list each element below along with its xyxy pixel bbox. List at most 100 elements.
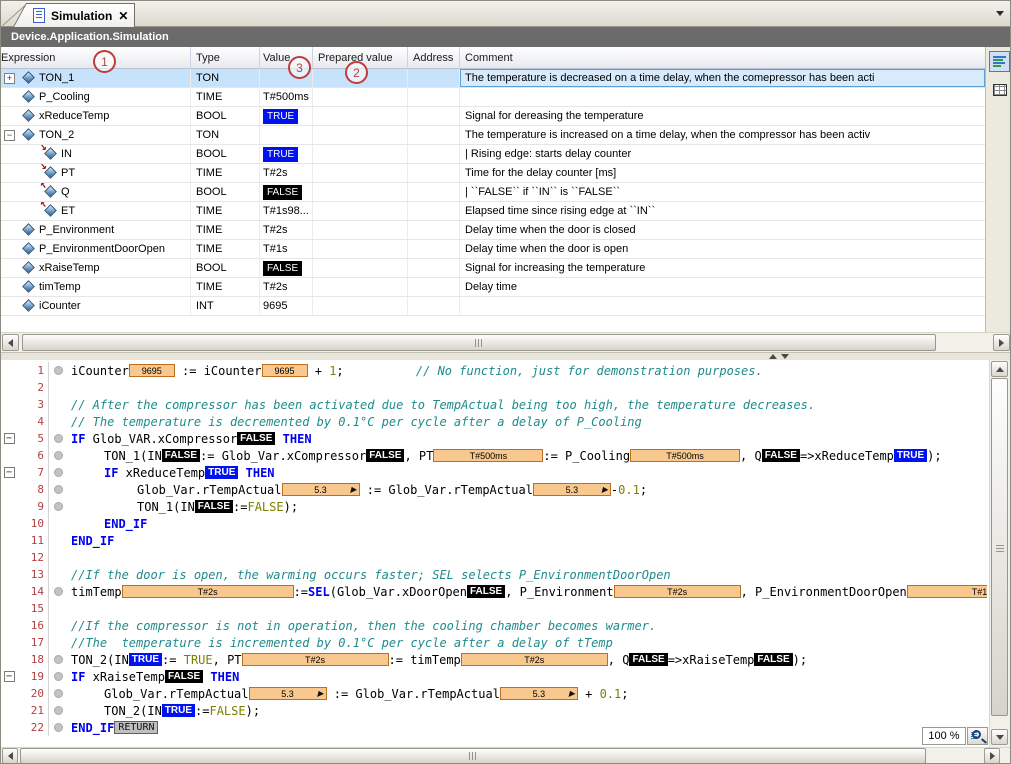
st-code-editor[interactable]: 1iCounter9695 := iCounter9695 + 1; // No… (1, 360, 1011, 747)
inline-bool-box[interactable]: FALSE (467, 585, 505, 598)
table-row[interactable]: +TON_1TONThe temperature is decreased on… (1, 69, 985, 88)
prepared-value-cell[interactable] (313, 240, 408, 258)
value-cell[interactable]: TRUE (260, 145, 313, 163)
value-cell[interactable]: T#500ms (260, 88, 313, 106)
tab-simulation[interactable]: Simulation ✕ (13, 3, 135, 27)
prepared-value-cell[interactable] (313, 164, 408, 182)
zoom-level[interactable]: 100 % (922, 727, 966, 745)
table-row[interactable]: timTempTIMET#2sDelay time (1, 278, 985, 297)
table-row[interactable]: iCounterINT9695 (1, 297, 985, 316)
table-row[interactable]: ↖ETTIMET#1s98...Elapsed time since risin… (1, 202, 985, 221)
fold-margin[interactable]: − (1, 433, 17, 444)
breakpoint-margin[interactable] (49, 689, 67, 698)
inline-value-box[interactable]: 9695 (262, 364, 308, 377)
inline-value-box[interactable]: 9695 (129, 364, 175, 377)
expand-plus-icon[interactable]: + (4, 73, 15, 84)
value-cell[interactable]: T#1s98... (260, 202, 313, 220)
prepared-value-cell[interactable] (313, 126, 408, 144)
inline-value-box[interactable]: T#500ms (630, 449, 740, 462)
inline-bool-box[interactable]: FALSE (165, 670, 203, 683)
column-header-type[interactable]: Type (191, 47, 260, 68)
editor-hscrollbar[interactable] (1, 747, 1011, 764)
scroll-thumb[interactable] (991, 378, 1008, 716)
table-row[interactable]: ↖QBOOLFALSE| ``FALSE`` if ``IN`` is ``FA… (1, 183, 985, 202)
value-cell[interactable] (260, 126, 313, 144)
value-cell[interactable]: 9695 (260, 297, 313, 315)
tab-list-dropdown-icon[interactable] (996, 11, 1004, 16)
fold-collapse-icon[interactable]: − (4, 433, 15, 444)
breakpoint-margin[interactable] (49, 723, 67, 732)
value-cell[interactable]: T#2s (260, 278, 313, 296)
pane-splitter[interactable] (1, 352, 1011, 360)
table-row[interactable]: P_CoolingTIMET#500ms (1, 88, 985, 107)
breakpoint-margin[interactable] (49, 485, 67, 494)
value-cell[interactable]: T#2s (260, 221, 313, 239)
prepared-value-cell[interactable] (313, 88, 408, 106)
scroll-left-button[interactable] (2, 334, 19, 351)
inline-bool-box[interactable]: FALSE (629, 653, 667, 666)
inline-bool-box[interactable]: FALSE (754, 653, 792, 666)
value-cell[interactable]: T#2s (260, 164, 313, 182)
inline-bool-box[interactable]: FALSE (195, 500, 233, 513)
inline-bool-box[interactable]: TRUE (162, 704, 195, 717)
tab-close-icon[interactable]: ✕ (118, 11, 128, 21)
breakpoint-margin[interactable] (49, 451, 67, 460)
table-row[interactable]: P_EnvironmentTIMET#2sDelay time when the… (1, 221, 985, 240)
inline-value-box[interactable]: 5.3▶ (249, 687, 327, 700)
inline-value-box[interactable]: 5.3▶ (533, 483, 611, 496)
inline-value-box[interactable]: T#500ms (433, 449, 543, 462)
fold-margin[interactable]: − (1, 467, 17, 478)
table-row[interactable]: ↘PTTIMET#2sTime for the delay counter [m… (1, 164, 985, 183)
scroll-down-button[interactable] (991, 729, 1008, 745)
inline-value-box[interactable]: T#2s (461, 653, 608, 666)
scroll-up-button[interactable] (991, 361, 1008, 377)
inline-value-box[interactable]: T#2s (614, 585, 741, 598)
column-header-comment[interactable]: Comment (460, 47, 985, 68)
table-row[interactable]: P_EnvironmentDoorOpenTIMET#1sDelay time … (1, 240, 985, 259)
breakpoint-margin[interactable] (49, 587, 67, 596)
table-row[interactable]: xReduceTempBOOLTRUESignal for dereasing … (1, 107, 985, 126)
inline-value-box[interactable]: T#1s (907, 585, 987, 598)
editor-vscrollbar[interactable] (989, 360, 1010, 747)
inline-bool-box[interactable]: TRUE (129, 653, 162, 666)
inline-bool-box[interactable]: FALSE (762, 449, 800, 462)
breakpoint-margin[interactable] (49, 434, 67, 443)
prepared-value-cell[interactable] (313, 145, 408, 163)
value-cell[interactable]: TRUE (260, 107, 313, 125)
table-row[interactable]: ↘INBOOLTRUE| Rising edge: starts delay c… (1, 145, 985, 164)
breakpoint-margin[interactable] (49, 706, 67, 715)
prepared-value-cell[interactable] (313, 221, 408, 239)
table-row[interactable]: xRaiseTempBOOLFALSESignal for increasing… (1, 259, 985, 278)
breakpoint-margin[interactable] (49, 672, 67, 681)
fold-collapse-icon[interactable]: − (4, 467, 15, 478)
inline-bool-box[interactable]: FALSE (162, 449, 200, 462)
scroll-right-button[interactable] (984, 748, 1000, 764)
scroll-left-button[interactable] (2, 748, 18, 764)
splitter-arrows-icon[interactable] (769, 354, 789, 359)
zoom-magnifier-button[interactable] (967, 727, 988, 745)
inline-value-box[interactable]: T#2s (122, 585, 294, 598)
table-row[interactable]: −TON_2TONThe temperature is increased on… (1, 126, 985, 145)
declaration-tableview-button[interactable] (989, 79, 1010, 100)
declaration-textview-button[interactable] (989, 51, 1010, 72)
column-header-address[interactable]: Address (408, 47, 460, 68)
fold-collapse-icon[interactable]: − (4, 671, 15, 682)
fold-margin[interactable]: − (1, 671, 17, 682)
inline-bool-box[interactable]: FALSE (237, 432, 275, 445)
scroll-right-button[interactable] (993, 334, 1010, 351)
prepared-value-cell[interactable] (313, 202, 408, 220)
prepared-value-cell[interactable] (313, 278, 408, 296)
prepared-value-cell[interactable] (313, 259, 408, 277)
value-cell[interactable]: FALSE (260, 183, 313, 201)
inline-value-box[interactable]: T#2s (242, 653, 389, 666)
breakpoint-margin[interactable] (49, 468, 67, 477)
value-cell[interactable]: T#1s (260, 240, 313, 258)
breakpoint-margin[interactable] (49, 502, 67, 511)
inline-value-box[interactable]: 5.3▶ (282, 483, 360, 496)
inline-bool-box[interactable]: TRUE (894, 449, 927, 462)
breakpoint-margin[interactable] (49, 655, 67, 664)
table-hscrollbar[interactable] (1, 332, 1011, 352)
inline-bool-box[interactable]: TRUE (205, 466, 238, 479)
collapse-minus-icon[interactable]: − (4, 130, 15, 141)
scroll-thumb[interactable] (20, 748, 926, 764)
